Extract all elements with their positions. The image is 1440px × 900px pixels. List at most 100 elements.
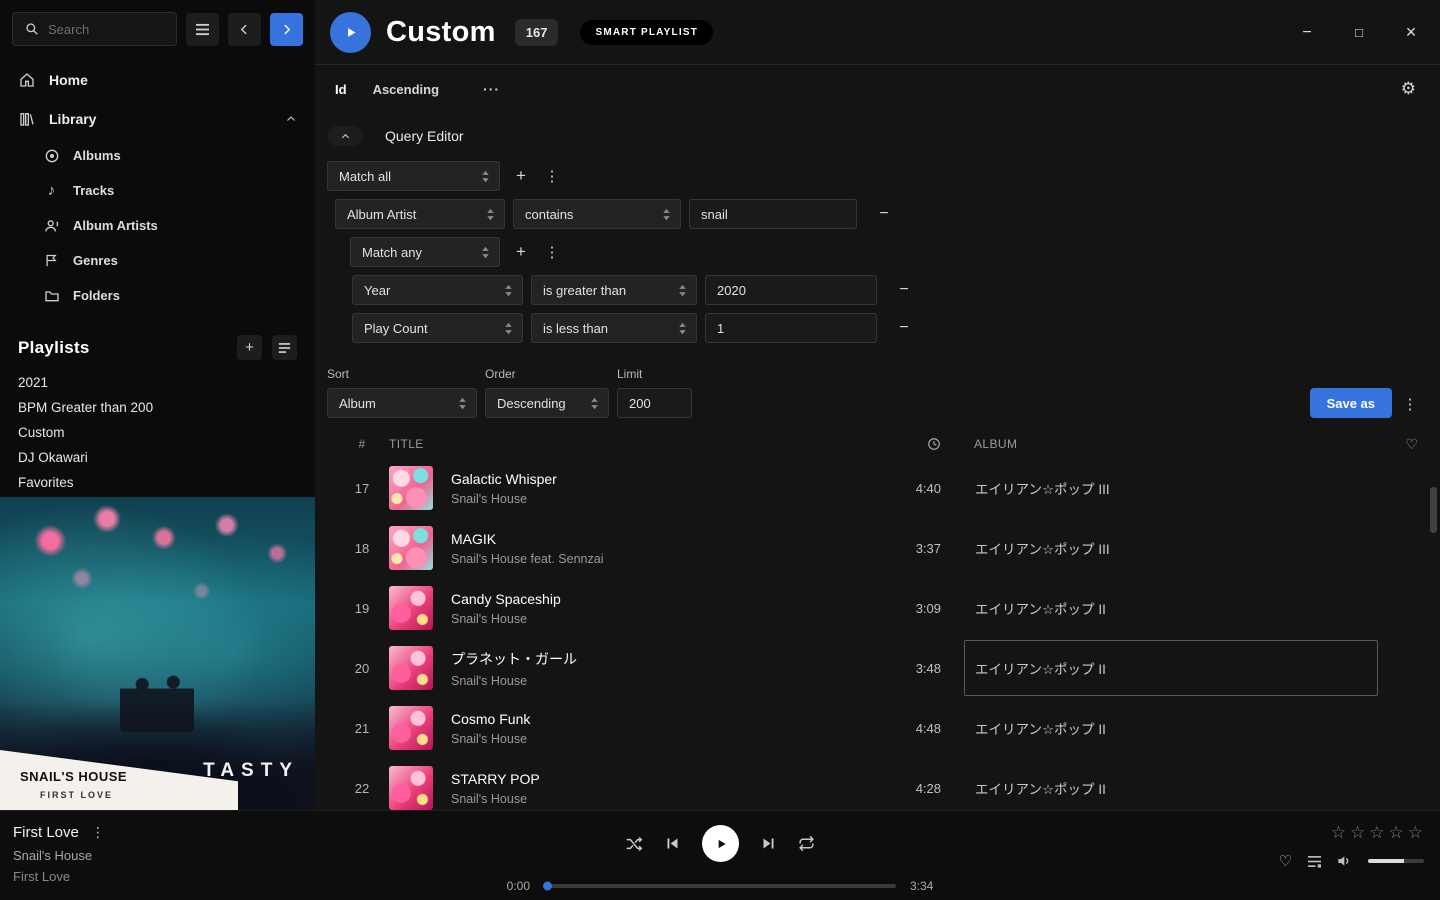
track-row[interactable]: 21 Cosmo Funk Snail's House 4:48 エイリアン☆ポ… [315,698,1440,758]
track-thumbnail [389,766,433,810]
favorite-heart-button[interactable]: ♡ [1279,852,1292,870]
track-duration: 4:40 [871,481,941,496]
rule-operator-select[interactable]: contains [513,199,681,229]
volume-slider[interactable] [1368,859,1424,863]
add-rule-button[interactable]: + [508,162,534,190]
rule-value-input[interactable] [689,199,857,229]
queue-icon [1307,855,1322,868]
track-artist: Snail's House feat. Sennzai [451,552,603,566]
scrollbar-thumb[interactable] [1430,487,1437,533]
remove-group-rule-button[interactable]: − [891,277,917,303]
star-icon[interactable]: ☆ [1350,823,1366,843]
search-box[interactable] [12,12,177,46]
sidebar-item-tracks[interactable]: ♪ Tracks [0,173,315,208]
save-menu-button[interactable]: ⋮ [1400,390,1420,418]
collapse-query-editor-button[interactable] [327,126,363,146]
star-icon[interactable]: ☆ [1389,823,1405,843]
sidebar-item-library[interactable]: Library [0,99,315,138]
track-duration: 4:28 [871,781,941,796]
match-any-select[interactable]: Match any [350,237,500,267]
group-rule-operator-select[interactable]: is greater than [531,275,697,305]
select-arrows-icon [678,322,687,335]
play-pause-button[interactable] [702,825,739,862]
select-arrows-icon [590,397,599,410]
close-button[interactable]: × [1402,22,1420,43]
repeat-button[interactable] [798,835,815,852]
heart-column-icon[interactable]: ♡ [1384,436,1440,453]
sort-direction-button[interactable]: Ascending [373,82,439,97]
sidebar-item-home[interactable]: Home [0,60,315,99]
query-sort-select[interactable]: Album [327,388,477,418]
limit-input[interactable] [617,388,692,418]
shuffle-button[interactable] [625,836,643,852]
volume-button[interactable] [1337,854,1353,868]
column-header-album[interactable]: ALBUM [974,437,1384,451]
next-button[interactable] [761,836,776,851]
progress-section: 0:00 3:34 [496,879,944,893]
sidebar-item-album-artists[interactable]: Album Artists [0,208,315,243]
nav-forward-button[interactable] [270,13,303,46]
group-rule-operator-select[interactable]: is less than [531,313,697,343]
track-index: 20 [335,661,389,676]
playlist-item-custom[interactable]: Custom [0,420,315,445]
seek-bar[interactable] [544,884,896,888]
column-header-index[interactable]: # [335,437,389,451]
group-menu-button[interactable]: ⋮ [542,238,562,266]
group-rule-field-select[interactable]: Play Count [352,313,523,343]
track-row[interactable]: 17 Galactic Whisper Snail's House 4:40 エ… [315,458,1440,518]
query-order-select[interactable]: Descending [485,388,609,418]
track-menu-button[interactable]: ⋮ [91,824,105,841]
playlist-item-dj-okawari[interactable]: DJ Okawari [0,445,315,470]
playlists-title: Playlists [18,338,90,358]
more-options-button[interactable]: ··· [483,81,500,97]
remove-rule-button[interactable]: − [871,201,897,227]
maximize-button[interactable]: □ [1350,25,1368,40]
sidebar-item-genres[interactable]: Genres [0,243,315,278]
playlist-item-2021[interactable]: 2021 [0,370,315,395]
list-icon [278,342,291,354]
select-arrows-icon [504,284,513,297]
playlist-item-bpm[interactable]: BPM Greater than 200 [0,395,315,420]
match-all-select[interactable]: Match all [327,161,500,191]
group-rule-value-input[interactable] [705,275,877,305]
track-row[interactable]: 22 STARRY POP Snail's House 4:28 エイリアン☆ポ… [315,758,1440,810]
playlist-list-button[interactable] [272,335,297,360]
search-input[interactable] [48,22,158,37]
queue-button[interactable] [1307,855,1322,868]
save-as-button[interactable]: Save as [1310,388,1392,418]
column-header-duration[interactable] [871,437,941,451]
track-row[interactable]: 19 Candy Spaceship Snail's House 3:09 エイ… [315,578,1440,638]
select-arrows-icon [481,246,490,259]
rule-menu-button[interactable]: ⋮ [542,162,562,190]
rating-stars[interactable]: ☆ ☆ ☆ ☆ ☆ [1331,823,1424,843]
sidebar-item-folders[interactable]: Folders [0,278,315,313]
track-row[interactable]: 18 MAGIK Snail's House feat. Sennzai 3:3… [315,518,1440,578]
play-playlist-button[interactable] [330,12,371,53]
group-rule-value-input[interactable] [705,313,877,343]
sort-field-button[interactable]: Id [335,82,347,97]
remove-group-rule-button[interactable]: − [891,315,917,341]
star-icon[interactable]: ☆ [1331,823,1347,843]
minimize-button[interactable]: − [1298,24,1316,42]
seek-handle[interactable] [543,882,552,891]
app-window: Home Library Albums ♪ Tracks Album A [0,0,1440,810]
add-group-rule-button[interactable]: + [508,238,534,266]
column-header-title[interactable]: TITLE [389,437,871,451]
playlist-item-favorites[interactable]: Favorites [0,470,315,495]
track-album-focused[interactable]: エイリアン☆ポップ II [964,640,1378,696]
nav-back-button[interactable] [228,13,261,46]
rule-field-select[interactable]: Album Artist [335,199,505,229]
add-playlist-button[interactable]: + [237,335,262,360]
group-rule-field-select[interactable]: Year [352,275,523,305]
track-artist: Snail's House [451,492,557,506]
settings-gear-icon[interactable]: ⚙ [1401,79,1416,99]
menu-button[interactable] [186,13,219,46]
chevron-up-icon[interactable] [285,113,297,125]
track-album: エイリアン☆ポップ II [964,700,1378,756]
previous-button[interactable] [665,836,680,851]
volume-icon [1337,854,1353,868]
sidebar-item-albums[interactable]: Albums [0,138,315,173]
star-icon[interactable]: ☆ [1408,823,1424,843]
star-icon[interactable]: ☆ [1369,823,1385,843]
track-row[interactable]: 20 プラネット・ガール Snail's House 3:48 エイリアン☆ポッ… [315,638,1440,698]
